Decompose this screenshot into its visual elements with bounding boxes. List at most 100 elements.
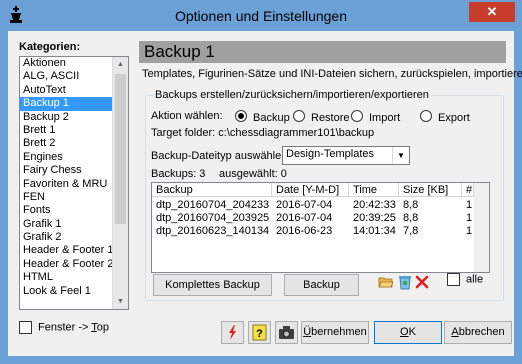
sidebar-item[interactable]: Brett 1 <box>20 124 114 137</box>
sidebar-item[interactable]: Header & Footer 1 <box>20 244 114 257</box>
help-button[interactable]: ? <box>248 321 271 344</box>
col-header-time[interactable]: Time <box>349 183 399 197</box>
table-scrollbar[interactable] <box>474 183 489 272</box>
fenster-top-checkbox-box[interactable] <box>19 321 32 334</box>
alle-checkbox-box[interactable] <box>447 273 460 286</box>
table-cell: 20:42:33 <box>353 199 396 211</box>
target-folder: Target folder: c:\chessdiagrammer101\bac… <box>151 127 375 139</box>
sidebar-item[interactable]: ALG, ASCII <box>20 70 114 83</box>
radio-backup-dot[interactable] <box>235 110 247 122</box>
table-row[interactable]: dtp_20160623_140134 2016-06-23 14:01:34 7,8… <box>152 225 474 238</box>
delete-icon[interactable] <box>414 274 430 290</box>
col-header-count[interactable]: # <box>462 183 474 197</box>
col-header-backup[interactable]: Backup <box>152 183 272 197</box>
sidebar-item[interactable]: HTML <box>20 271 114 284</box>
sidebar-item[interactable]: Favoriten & MRU <box>20 178 114 191</box>
close-button[interactable]: ✕ <box>469 2 515 22</box>
ok-hotkey: O <box>400 326 409 338</box>
flash-icon <box>229 325 236 340</box>
camera-icon <box>279 326 294 339</box>
sidebar-item[interactable]: Header & Footer 2 <box>20 258 114 271</box>
table-cell: dtp_20160623_140134 <box>156 225 270 237</box>
col-header-date[interactable]: Date [Y-M-D] <box>272 183 349 197</box>
categories-scrollbar[interactable]: ▲ ▼ <box>112 57 128 309</box>
ok-button[interactable]: OK <box>374 321 442 344</box>
scroll-up-arrow-icon[interactable]: ▲ <box>113 57 128 72</box>
title-bar[interactable]: Optionen und Einstellungen ✕ <box>1 1 521 31</box>
radio-backup[interactable]: Backup <box>235 110 290 124</box>
sidebar-item[interactable]: Grafik 2 <box>20 231 114 244</box>
camera-button[interactable] <box>275 321 298 344</box>
sidebar-item[interactable]: Fairy Chess <box>20 164 114 177</box>
komplettes-backup-button[interactable]: Komplettes Backup <box>153 274 272 296</box>
page-title: Backup 1 <box>144 42 215 61</box>
backup-button[interactable]: Backup <box>284 274 359 296</box>
table-cell: dtp_20160704_204233 <box>156 199 270 211</box>
scroll-down-arrow-icon[interactable]: ▼ <box>113 294 128 309</box>
radio-export[interactable]: Export <box>420 110 470 124</box>
col-header-size[interactable]: Size [KB] <box>399 183 462 197</box>
abbrechen-hotkey: A <box>451 326 459 338</box>
table-cell: 14:01:34 <box>353 225 396 237</box>
table-cell: dtp_20160704_203925 <box>156 212 270 224</box>
sidebar-item[interactable]: Backup 1 <box>20 97 114 111</box>
help-icon: ? <box>252 324 267 341</box>
client-area: Kategorien: Aktionen ALG, ASCII AutoText Ba… <box>8 31 522 356</box>
fenster-top-checkbox[interactable]: Fenster -> Top <box>19 321 109 334</box>
radio-import-label: Import <box>369 112 401 124</box>
fenster-top-suffix: op <box>96 321 110 334</box>
table-cell: 1 <box>466 212 473 224</box>
table-cell: 2016-07-04 <box>276 212 333 224</box>
sidebar-item[interactable]: Grafik 1 <box>20 218 114 231</box>
categories-list[interactable]: Aktionen ALG, ASCII AutoText Backup 1 Backup… <box>19 56 129 310</box>
uebernehmen-button[interactable]: Übernehmen <box>301 321 369 344</box>
svg-text:?: ? <box>256 328 263 340</box>
open-folder-icon[interactable] <box>378 274 394 290</box>
radio-import[interactable]: Import <box>351 110 400 124</box>
table-cell: 8,8 <box>403 212 419 224</box>
radio-import-dot[interactable] <box>351 110 363 122</box>
radio-export-dot[interactable] <box>420 110 432 122</box>
radio-restore-dot[interactable] <box>293 110 305 122</box>
alle-label: alle <box>466 273 484 286</box>
recycle-bin-icon[interactable] <box>397 274 413 290</box>
uebernehmen-hotkey: Ü <box>303 326 312 338</box>
table-cell: 2016-06-23 <box>276 225 333 237</box>
dateityp-select[interactable]: Design-Templates ▼ <box>282 146 410 165</box>
fenster-top-prefix: Fenster -> <box>38 321 92 334</box>
backup-table[interactable]: Backup Date [Y-M-D] Time Size [KB] # dtp… <box>151 182 490 273</box>
table-row[interactable]: dtp_20160704_204233 2016-07-04 20:42:33 8,8… <box>152 199 474 212</box>
sidebar-item[interactable]: Fonts <box>20 204 114 217</box>
abbrechen-label: bbrechen <box>458 326 505 338</box>
table-cell: 7,8 <box>403 225 419 237</box>
sidebar-item[interactable]: AutoText <box>20 84 114 97</box>
sidebar-item[interactable]: Backup 2 <box>20 111 114 124</box>
flash-button[interactable] <box>221 321 244 344</box>
groupbox-label: Backups erstellen/zurücksichern/importie… <box>153 89 431 101</box>
sidebar-item[interactable]: Aktionen <box>20 57 114 70</box>
sidebar-item[interactable]: FEN <box>20 191 114 204</box>
alle-checkbox[interactable]: alle <box>447 273 483 286</box>
table-cell: 2016-07-04 <box>276 199 333 211</box>
window-title: Optionen und Einstellungen <box>174 8 348 24</box>
dateityp-label: Backup-Dateityp auswählen: <box>151 150 291 162</box>
page-subtitle: Templates, Figurinen-Sätze und INI-Datei… <box>142 68 522 80</box>
uebernehmen-label: bernehmen <box>311 326 367 338</box>
sidebar-item[interactable]: Engines <box>20 151 114 164</box>
table-cell: 8,8 <box>403 199 419 211</box>
radio-backup-label: Backup <box>253 112 290 124</box>
scroll-thumb[interactable] <box>115 74 126 224</box>
sidebar-item[interactable]: Look & Feel 1 <box>20 285 114 298</box>
backups-count: Backups: 3 <box>151 168 206 180</box>
table-row[interactable]: dtp_20160704_203925 2016-07-04 20:39:25 8,8… <box>152 212 474 225</box>
chevron-down-icon[interactable]: ▼ <box>392 147 409 164</box>
abbrechen-button[interactable]: Abbrechen <box>444 321 512 344</box>
radio-export-label: Export <box>438 112 470 124</box>
radio-restore[interactable]: Restore <box>293 110 350 124</box>
table-cell: 20:39:25 <box>353 212 396 224</box>
sidebar-item[interactable]: Brett 2 <box>20 137 114 150</box>
options-window: Optionen und Einstellungen ✕ Kategorien:… <box>0 0 522 364</box>
aktion-label: Aktion wählen: <box>151 110 223 122</box>
table-cell: 1 <box>466 199 473 211</box>
selected-count: ausgewählt: 0 <box>219 168 287 180</box>
